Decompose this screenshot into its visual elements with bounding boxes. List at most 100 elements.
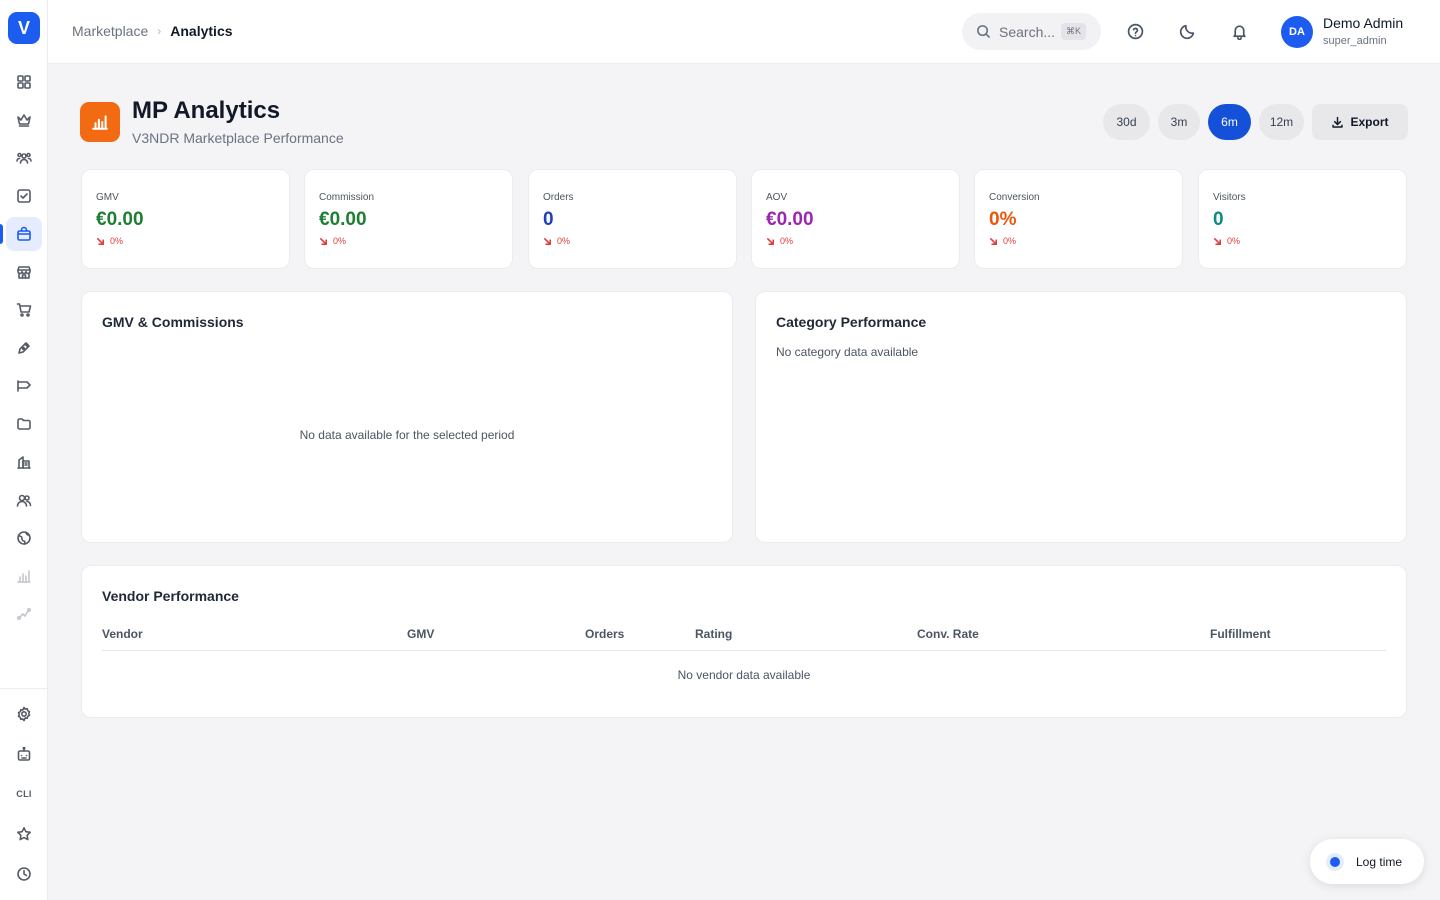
- kpi-label: GMV: [96, 192, 119, 203]
- kpi-value: 0%: [989, 209, 1017, 230]
- range-6m-button[interactable]: 6m: [1208, 104, 1251, 140]
- arrow-down-right-icon: [766, 237, 775, 245]
- megaphone-icon[interactable]: [6, 369, 42, 403]
- panel-title: Category Performance: [776, 314, 927, 330]
- timer-icon: [1326, 852, 1344, 871]
- star-icon[interactable]: [6, 817, 42, 851]
- team-icon[interactable]: [6, 483, 42, 517]
- kpi-card-conversion: Conversion 0% 0%: [974, 169, 1183, 269]
- arrow-down-right-icon: [96, 237, 105, 245]
- column-header-conv-rate[interactable]: Conv. Rate: [917, 627, 979, 641]
- top-bar: Marketplace › Analytics Search... ⌘K DA …: [48, 0, 1440, 64]
- kpi-card-gmv: GMV €0.00 0%: [81, 169, 290, 269]
- dashboard-icon[interactable]: [6, 65, 42, 99]
- kpi-label: Visitors: [1213, 192, 1246, 203]
- breadcrumb-current: Analytics: [170, 23, 233, 39]
- kpi-delta-value: 0%: [780, 236, 794, 246]
- arrow-down-right-icon: [319, 237, 328, 245]
- kpi-value: €0.00: [319, 209, 367, 230]
- kpi-value: €0.00: [96, 209, 144, 230]
- users-group-icon[interactable]: [6, 141, 42, 175]
- robot-icon[interactable]: [6, 737, 42, 771]
- kpi-delta-value: 0%: [1003, 236, 1017, 246]
- table-divider: [102, 650, 1386, 651]
- range-3m-button[interactable]: 3m: [1158, 104, 1200, 140]
- search-shortcut: ⌘K: [1061, 23, 1087, 40]
- kpi-delta: 0%: [1213, 236, 1392, 246]
- store-icon[interactable]: [6, 255, 42, 289]
- kpi-delta-value: 0%: [333, 236, 347, 246]
- user-name[interactable]: Demo Admin: [1323, 15, 1403, 31]
- empty-state-message: No category data available: [776, 345, 919, 359]
- folder-icon[interactable]: [6, 407, 42, 441]
- kpi-label: AOV: [766, 192, 788, 203]
- globe-icon[interactable]: [6, 521, 42, 555]
- avatar[interactable]: DA: [1281, 16, 1313, 48]
- search-input[interactable]: Search... ⌘K: [962, 13, 1101, 50]
- dark-mode-moon-icon[interactable]: [1176, 20, 1198, 42]
- bell-icon[interactable]: [1228, 20, 1250, 42]
- log-time-button[interactable]: Log time: [1310, 839, 1424, 884]
- settings-gear-icon[interactable]: [6, 697, 42, 731]
- arrow-down-right-icon: [1213, 237, 1222, 245]
- kpi-card-orders: Orders 0 0%: [528, 169, 737, 269]
- column-header-gmv[interactable]: GMV: [407, 627, 434, 641]
- log-time-label: Log time: [1356, 854, 1403, 869]
- search-placeholder: Search...: [999, 23, 1055, 40]
- column-header-rating[interactable]: Rating: [695, 627, 732, 641]
- breadcrumb: Marketplace › Analytics: [72, 23, 233, 39]
- vendor-performance-panel: Vendor Performance Vendor GMV Orders Rat…: [81, 565, 1407, 718]
- pen-icon[interactable]: [6, 331, 42, 365]
- kpi-delta: 0%: [96, 236, 275, 246]
- cart-icon[interactable]: [6, 293, 42, 327]
- arrow-down-right-icon: [543, 237, 552, 245]
- kpi-delta: 0%: [319, 236, 498, 246]
- breadcrumb-marketplace[interactable]: Marketplace: [72, 23, 148, 39]
- building-icon[interactable]: [6, 445, 42, 479]
- column-header-orders[interactable]: Orders: [585, 627, 624, 641]
- shopping-bag-icon[interactable]: [6, 217, 42, 251]
- user-role: super_admin: [1323, 35, 1387, 47]
- kpi-card-commission: Commission €0.00 0%: [304, 169, 513, 269]
- active-indicator: [0, 224, 3, 244]
- gmv-commissions-panel: GMV & Commissions No data available for …: [81, 291, 733, 543]
- panel-title: GMV & Commissions: [102, 314, 244, 330]
- search-icon: [977, 25, 991, 39]
- trend-line-icon[interactable]: [6, 597, 42, 631]
- column-header-vendor[interactable]: Vendor: [102, 627, 143, 641]
- kpi-delta-value: 0%: [110, 236, 124, 246]
- chevron-right-icon: ›: [157, 24, 162, 38]
- kpi-delta-value: 0%: [557, 236, 571, 246]
- export-button[interactable]: Export: [1312, 104, 1408, 140]
- app-logo[interactable]: V: [8, 12, 40, 44]
- panel-title: Vendor Performance: [102, 588, 239, 604]
- kpi-delta-value: 0%: [1227, 236, 1241, 246]
- kpi-label: Commission: [319, 192, 375, 203]
- clock-icon[interactable]: [6, 857, 42, 891]
- kpi-card-aov: AOV €0.00 0%: [751, 169, 960, 269]
- export-label: Export: [1350, 115, 1389, 129]
- cli-label: CLI: [16, 789, 32, 799]
- crown-icon[interactable]: [6, 103, 42, 137]
- empty-state-message: No data available for the selected perio…: [299, 428, 515, 442]
- kpi-delta: 0%: [766, 236, 945, 246]
- sidebar-divider: [0, 688, 48, 689]
- empty-state-message: No vendor data available: [677, 668, 811, 682]
- page-title: MP Analytics: [132, 97, 281, 124]
- cli-link[interactable]: CLI: [6, 777, 42, 811]
- bar-chart-icon[interactable]: [6, 559, 42, 593]
- checkbox-icon[interactable]: [6, 179, 42, 213]
- kpi-card-visitors: Visitors 0 0%: [1198, 169, 1407, 269]
- range-30d-button[interactable]: 30d: [1103, 104, 1150, 140]
- range-12m-button[interactable]: 12m: [1259, 104, 1304, 140]
- kpi-label: Orders: [543, 192, 574, 203]
- download-icon: [1332, 116, 1344, 128]
- help-icon[interactable]: [1124, 20, 1146, 42]
- arrow-down-right-icon: [989, 237, 998, 245]
- page-subtitle: V3NDR Marketplace Performance: [132, 130, 344, 146]
- kpi-delta: 0%: [543, 236, 722, 246]
- kpi-value: 0: [543, 209, 554, 230]
- kpi-value: 0: [1213, 209, 1224, 230]
- column-header-fulfillment[interactable]: Fulfillment: [1210, 627, 1271, 641]
- kpi-label: Conversion: [989, 192, 1040, 203]
